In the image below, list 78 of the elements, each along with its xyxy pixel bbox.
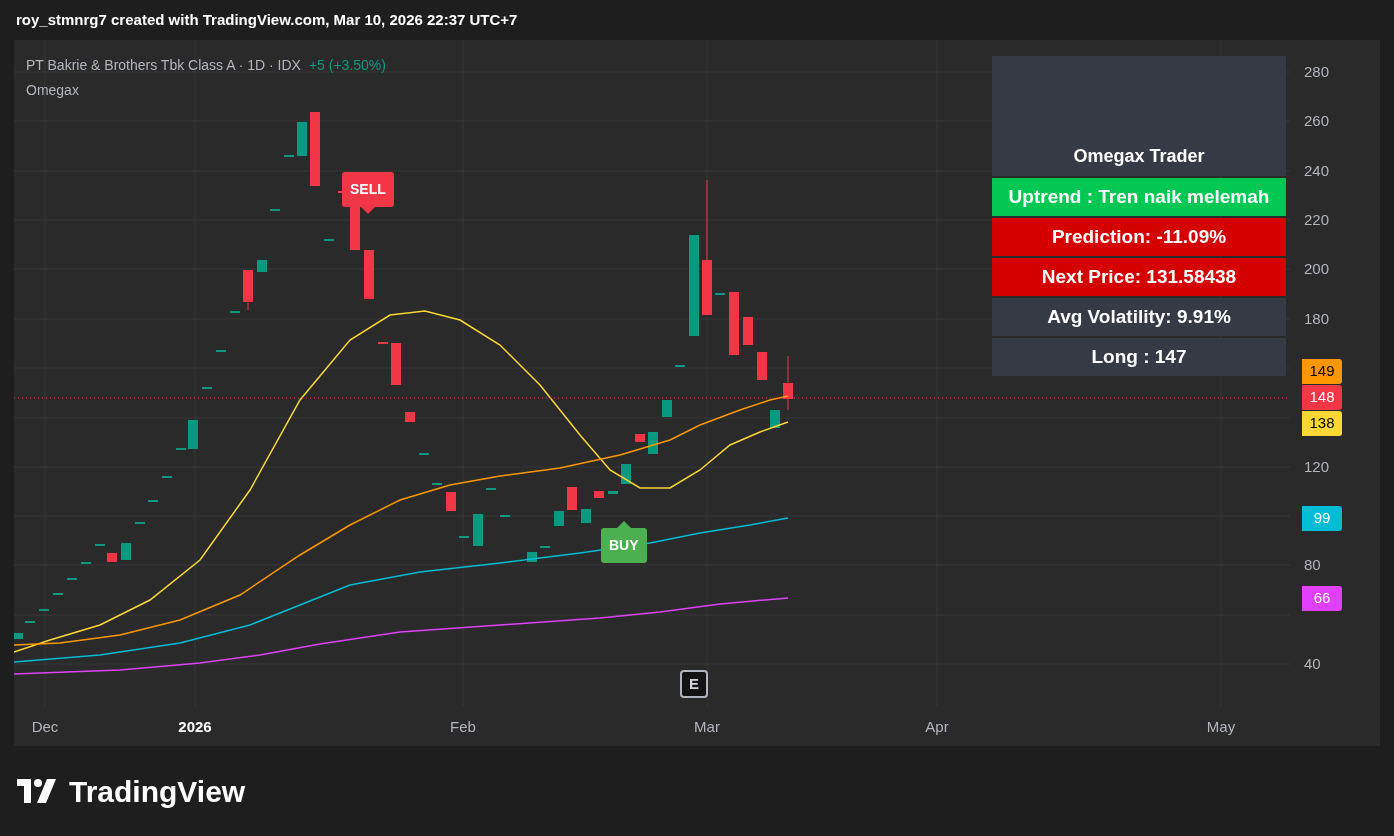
candlestick [148, 500, 158, 502]
table-title: Omegax Trader [992, 56, 1286, 176]
candlestick [770, 410, 780, 428]
axis-label: Feb [450, 717, 476, 737]
candlestick [284, 155, 294, 157]
candlestick [378, 342, 388, 344]
axis-label: 180 [1304, 308, 1330, 329]
candlestick [635, 434, 645, 442]
candlestick [188, 420, 198, 449]
price-tag: 138 [1302, 411, 1342, 436]
candlestick [675, 365, 685, 367]
candlestick [364, 250, 374, 299]
price-tag: 99 [1302, 506, 1342, 531]
candlestick [486, 488, 496, 490]
candlestick [743, 317, 753, 345]
axis-label: 200 [1304, 258, 1330, 279]
axis-label: 80 [1304, 554, 1321, 575]
candlestick [176, 448, 186, 450]
table-row: Long : 147 [992, 338, 1286, 376]
label-pointer [360, 207, 375, 214]
candlestick [581, 509, 591, 523]
table-row: Next Price: 131.58438 [992, 258, 1286, 296]
candlestick [53, 593, 63, 595]
candlestick [621, 464, 631, 484]
candlestick [757, 352, 767, 380]
candlestick [419, 453, 429, 455]
candlestick [391, 343, 401, 385]
earnings-marker: E [680, 670, 708, 698]
candlestick [729, 292, 739, 355]
candlestick [230, 311, 240, 313]
candlestick [216, 350, 226, 352]
candlestick [567, 487, 577, 510]
axis-label: 2026 [178, 717, 212, 737]
table-row: Prediction: -11.09% [992, 218, 1286, 256]
candlestick [432, 483, 442, 485]
candlestick [14, 633, 23, 639]
price-change: +5 (+3.50%) [308, 57, 386, 73]
axis-label: 40 [1304, 653, 1321, 674]
axis-label: Mar [694, 717, 720, 737]
candlestick [554, 511, 564, 526]
candlestick [67, 578, 77, 580]
logo-text: TradingView [69, 773, 246, 810]
price-tag: 148 [1302, 385, 1342, 410]
candlestick [715, 293, 725, 295]
candlestick [135, 522, 145, 524]
axis-label: May [1206, 717, 1236, 737]
label-pointer [616, 521, 631, 528]
axis-label: 260 [1304, 110, 1330, 131]
candlestick [662, 400, 672, 417]
axis-label: 120 [1304, 456, 1330, 477]
axis-label: Apr [925, 717, 949, 737]
candlestick [202, 387, 212, 389]
candlestick [270, 209, 280, 211]
symbol-title: PT Bakrie & Brothers Tbk Class A · 1D · IDX [26, 57, 301, 73]
candlestick [473, 514, 483, 546]
candlestick [459, 536, 469, 538]
axis-label: Dec [31, 717, 59, 737]
candlestick [121, 543, 131, 560]
indicator-name: Omegax [26, 81, 80, 100]
attribution-text: roy_stmnrg7 created with TradingView.com, Mar 10, 2026 22:37 UTC+7 [16, 9, 518, 30]
candlestick [297, 122, 307, 156]
candlestick [81, 562, 91, 564]
candlestick [162, 476, 172, 478]
table-row: Avg Volatility: 9.91% [992, 298, 1286, 336]
candlestick [446, 492, 456, 511]
axis-label: 220 [1304, 209, 1330, 230]
candlestick [243, 270, 253, 311]
candlestick [783, 355, 793, 411]
price-tag: 149 [1302, 359, 1342, 384]
candlestick [500, 515, 510, 517]
price-tag: 66 [1302, 586, 1342, 611]
candlestick [257, 260, 267, 272]
axis-label: 240 [1304, 160, 1330, 181]
axis-label: 280 [1304, 61, 1330, 82]
candlestick [648, 432, 658, 454]
candlestick [405, 412, 415, 422]
candlestick [324, 239, 334, 241]
table-row: Uptrend : Tren naik melemah [992, 178, 1286, 216]
